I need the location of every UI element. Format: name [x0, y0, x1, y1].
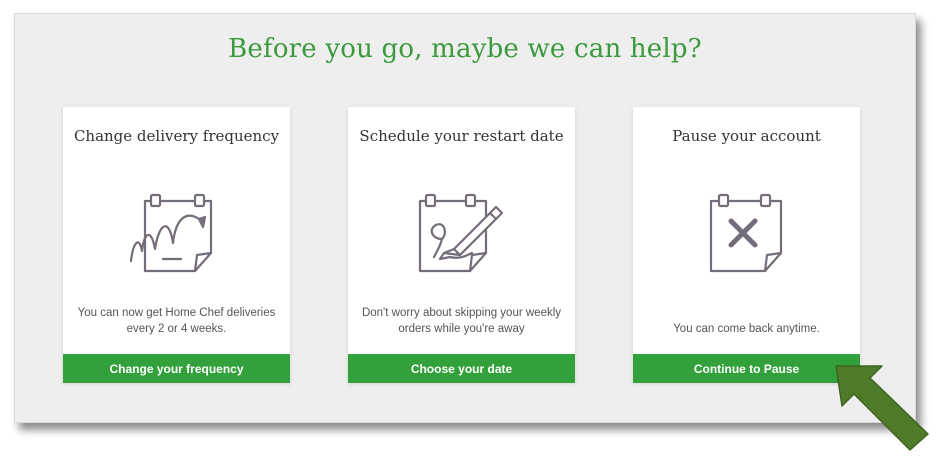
card-description: Don't worry about skipping your weekly o…: [361, 307, 562, 335]
calendar-bounce-arrow-icon: [129, 193, 225, 282]
card-title: Change delivery frequency: [73, 127, 280, 145]
continue-to-pause-button[interactable]: Continue to Pause: [633, 354, 860, 383]
card-title: Schedule your restart date: [359, 127, 564, 145]
card-schedule-restart: Schedule your restart date Don't worry a…: [348, 107, 575, 383]
change-your-frequency-button[interactable]: Change your frequency: [63, 354, 290, 383]
retention-modal: Before you go, maybe we can help? Change…: [14, 13, 916, 423]
card-change-frequency: Change delivery frequency You can now ge…: [63, 107, 290, 383]
choose-your-date-button[interactable]: Choose your date: [348, 354, 575, 383]
pointer-arrow-icon: [832, 360, 932, 457]
calendar-pencil-icon: [414, 193, 510, 282]
card-title: Pause your account: [672, 127, 821, 145]
card-description: You can now get Home Chef deliveries eve…: [77, 307, 276, 335]
calendar-x-icon: [707, 193, 787, 282]
card-description: You can come back anytime.: [673, 323, 820, 335]
card-pause-account: Pause your account You can come back any…: [633, 107, 860, 383]
page-title: Before you go, maybe we can help?: [228, 34, 702, 64]
